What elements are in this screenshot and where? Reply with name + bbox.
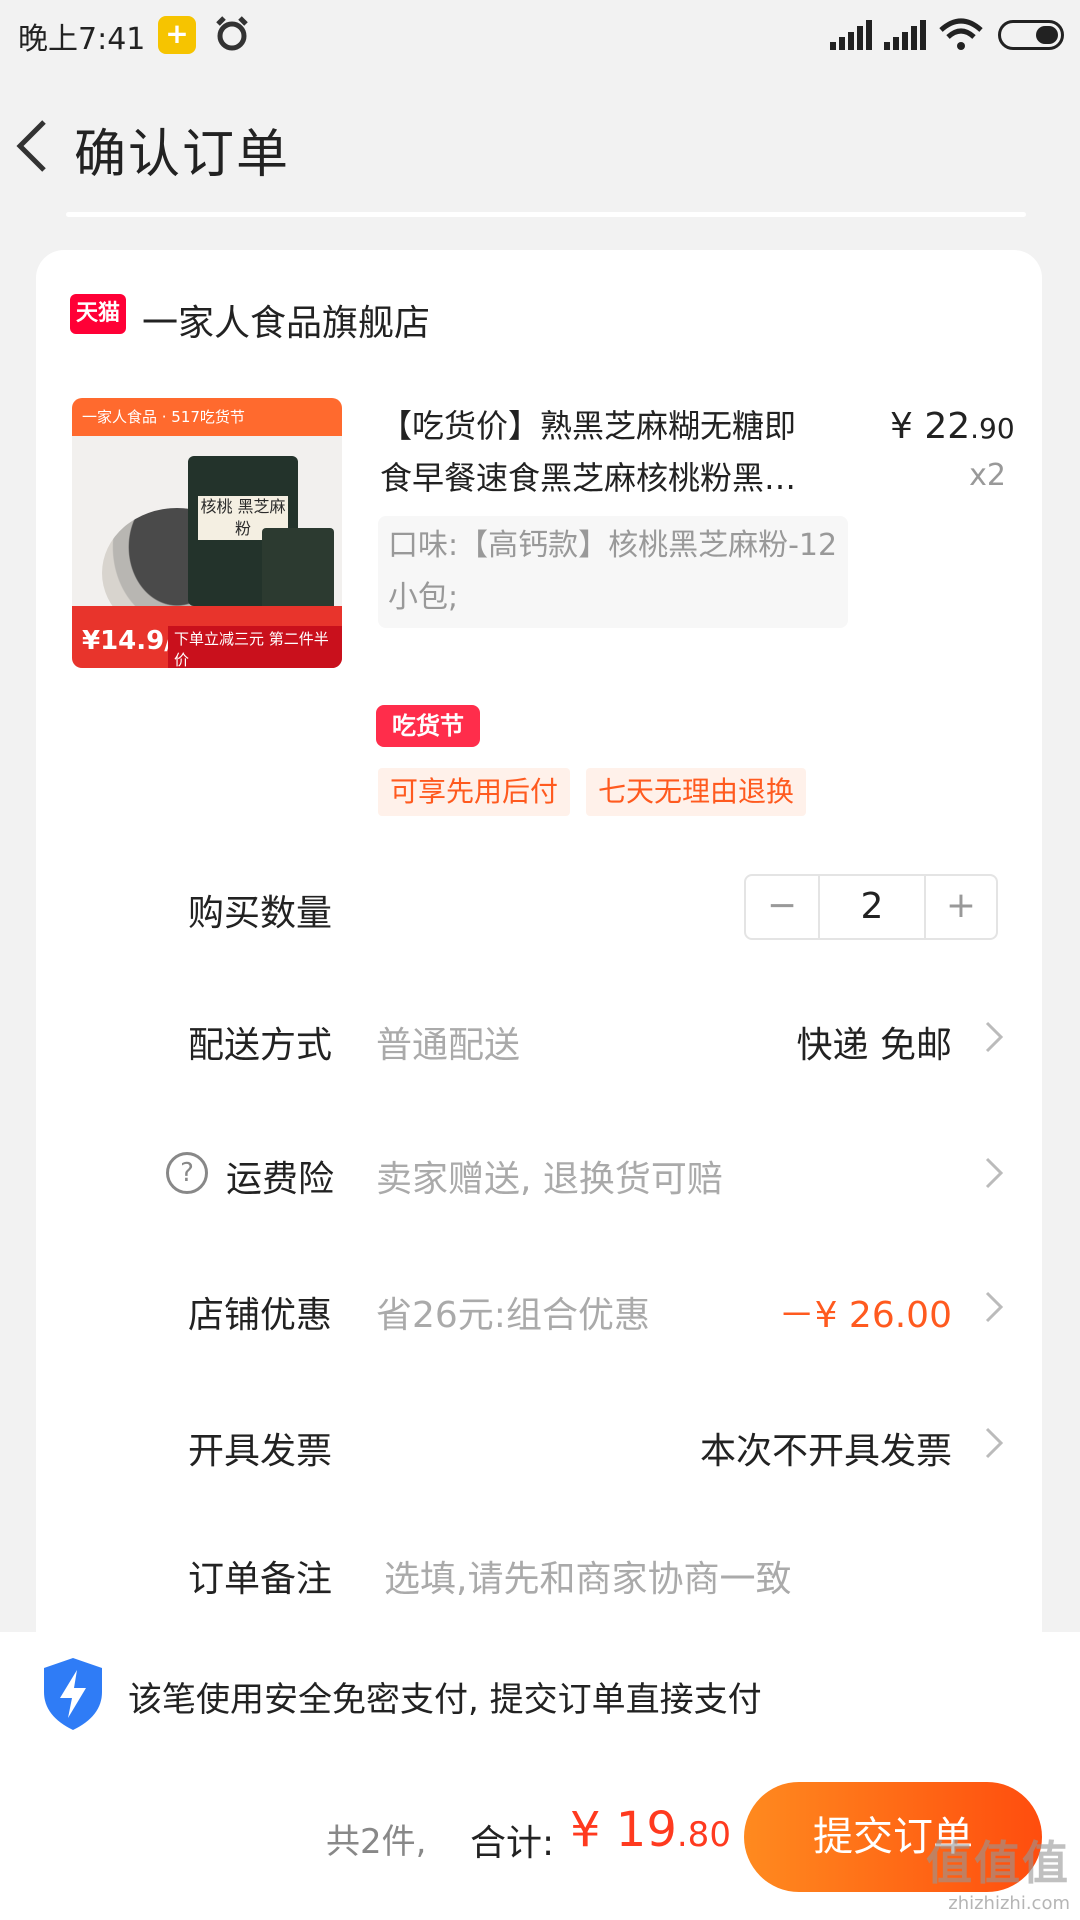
quantity-value[interactable]: 2 (820, 876, 924, 938)
shipping-insurance-sub: 卖家赠送, 退换货可赔 (376, 1159, 723, 1200)
notification-app-icon (158, 16, 196, 54)
product-quantity: x2 (969, 458, 1006, 493)
chevron-right-icon (985, 1291, 1004, 1323)
quantity-stepper: − 2 + (744, 874, 998, 940)
total-amount: ¥ 19.80 (570, 1802, 731, 1858)
invoice-value: 本次不开具发票 (699, 1431, 952, 1472)
product-price-decimal: .90 (970, 412, 1015, 445)
watermark-url: zhizhizhi.com (948, 1893, 1070, 1914)
page-title: 确认订单 (74, 125, 291, 185)
tag-free-return: 七天无理由退换 (586, 768, 807, 816)
product-image-promo: 下单立减三元 第二件半价 (168, 626, 342, 668)
product-title[interactable]: 【吃货价】熟黑芝麻糊无糖即 食早餐速食黑芝麻核桃粉黑… (380, 400, 850, 504)
back-arrow-icon[interactable] (10, 114, 60, 178)
order-note-input[interactable]: 选填,请先和商家协商一致 (384, 1550, 791, 1602)
decrease-button[interactable]: − (746, 876, 820, 938)
watermark: 值值值 zhizhizhi.com (926, 1827, 1070, 1914)
delivery-sub: 普通配送 (376, 1025, 521, 1066)
product-price-main: ¥ 22 (890, 406, 971, 447)
alarm-icon (216, 16, 248, 51)
store-discount-label: 店铺优惠 (188, 1295, 333, 1336)
invoice-label: 开具发票 (188, 1431, 333, 1472)
increase-button[interactable]: + (924, 876, 996, 938)
product-title-line: 【吃货价】熟黑芝麻糊无糖即 (380, 407, 797, 445)
total-label: 合计: (470, 1823, 555, 1864)
delivery-label: 配送方式 (188, 1025, 333, 1066)
tmall-badge: 天猫 (70, 294, 126, 334)
total-amount-decimal: .80 (676, 1815, 731, 1855)
signal-icon (884, 20, 926, 50)
total-count: 共2件, (326, 1822, 427, 1862)
shield-lightning-icon (44, 1658, 102, 1730)
status-bar: 晚上7:41 (0, 0, 1080, 72)
product-sku: 口味:【高钙款】核桃黑芝麻粉-12小包; (378, 516, 848, 628)
watermark-logo: 值值值 (926, 1836, 1070, 1890)
secure-payment-bar: 该笔使用安全免密支付, 提交订单直接支付 (0, 1632, 1080, 1762)
festival-badge: 吃货节 (376, 705, 480, 747)
status-time: 晚上7:41 (18, 22, 146, 57)
header: 确认订单 (0, 90, 1080, 200)
product-price: ¥ 22.90 (890, 406, 1015, 447)
order-note-label: 订单备注 (188, 1559, 333, 1600)
signal-icon (830, 20, 872, 50)
battery-icon (998, 20, 1064, 50)
secure-payment-text: 该笔使用安全免密支付, 提交订单直接支付 (128, 1680, 762, 1720)
chevron-right-icon (985, 1157, 1004, 1189)
store-name: 一家人食品旗舰店 (142, 303, 431, 344)
quantity-label: 购买数量 (188, 893, 333, 934)
shipping-insurance-label: 运费险 (226, 1159, 335, 1200)
total-amount-main: ¥ 19 (570, 1802, 677, 1858)
product-image-footer: ¥14.9/盒 下单立减三元 第二件半价 (72, 606, 342, 668)
product-image-banner: 一家人食品 · 517吃货节 (82, 408, 245, 426)
footer-bar: 共2件, 合计: ¥ 19.80 提交订单 值值值 zhizhizhi.com (0, 1762, 1080, 1920)
help-icon[interactable]: ? (166, 1152, 208, 1194)
tag-pay-later: 可享先用后付 (378, 768, 571, 816)
chevron-right-icon (985, 1021, 1004, 1053)
chevron-right-icon (985, 1427, 1004, 1459)
store-discount-value: －¥ 26.00 (778, 1295, 952, 1336)
product-image[interactable]: 一家人食品 · 517吃货节 核桃 黑芝麻粉 ¥14.9/盒 下单立减三元 第二… (72, 398, 342, 668)
wifi-icon (939, 18, 983, 50)
delivery-value: 快递 免邮 (796, 1025, 952, 1066)
store-discount-sub: 省26元:组合优惠 (376, 1295, 650, 1336)
header-divider (66, 212, 1026, 217)
product-title-line: 食早餐速食黑芝麻核桃粉黑… (380, 459, 797, 497)
